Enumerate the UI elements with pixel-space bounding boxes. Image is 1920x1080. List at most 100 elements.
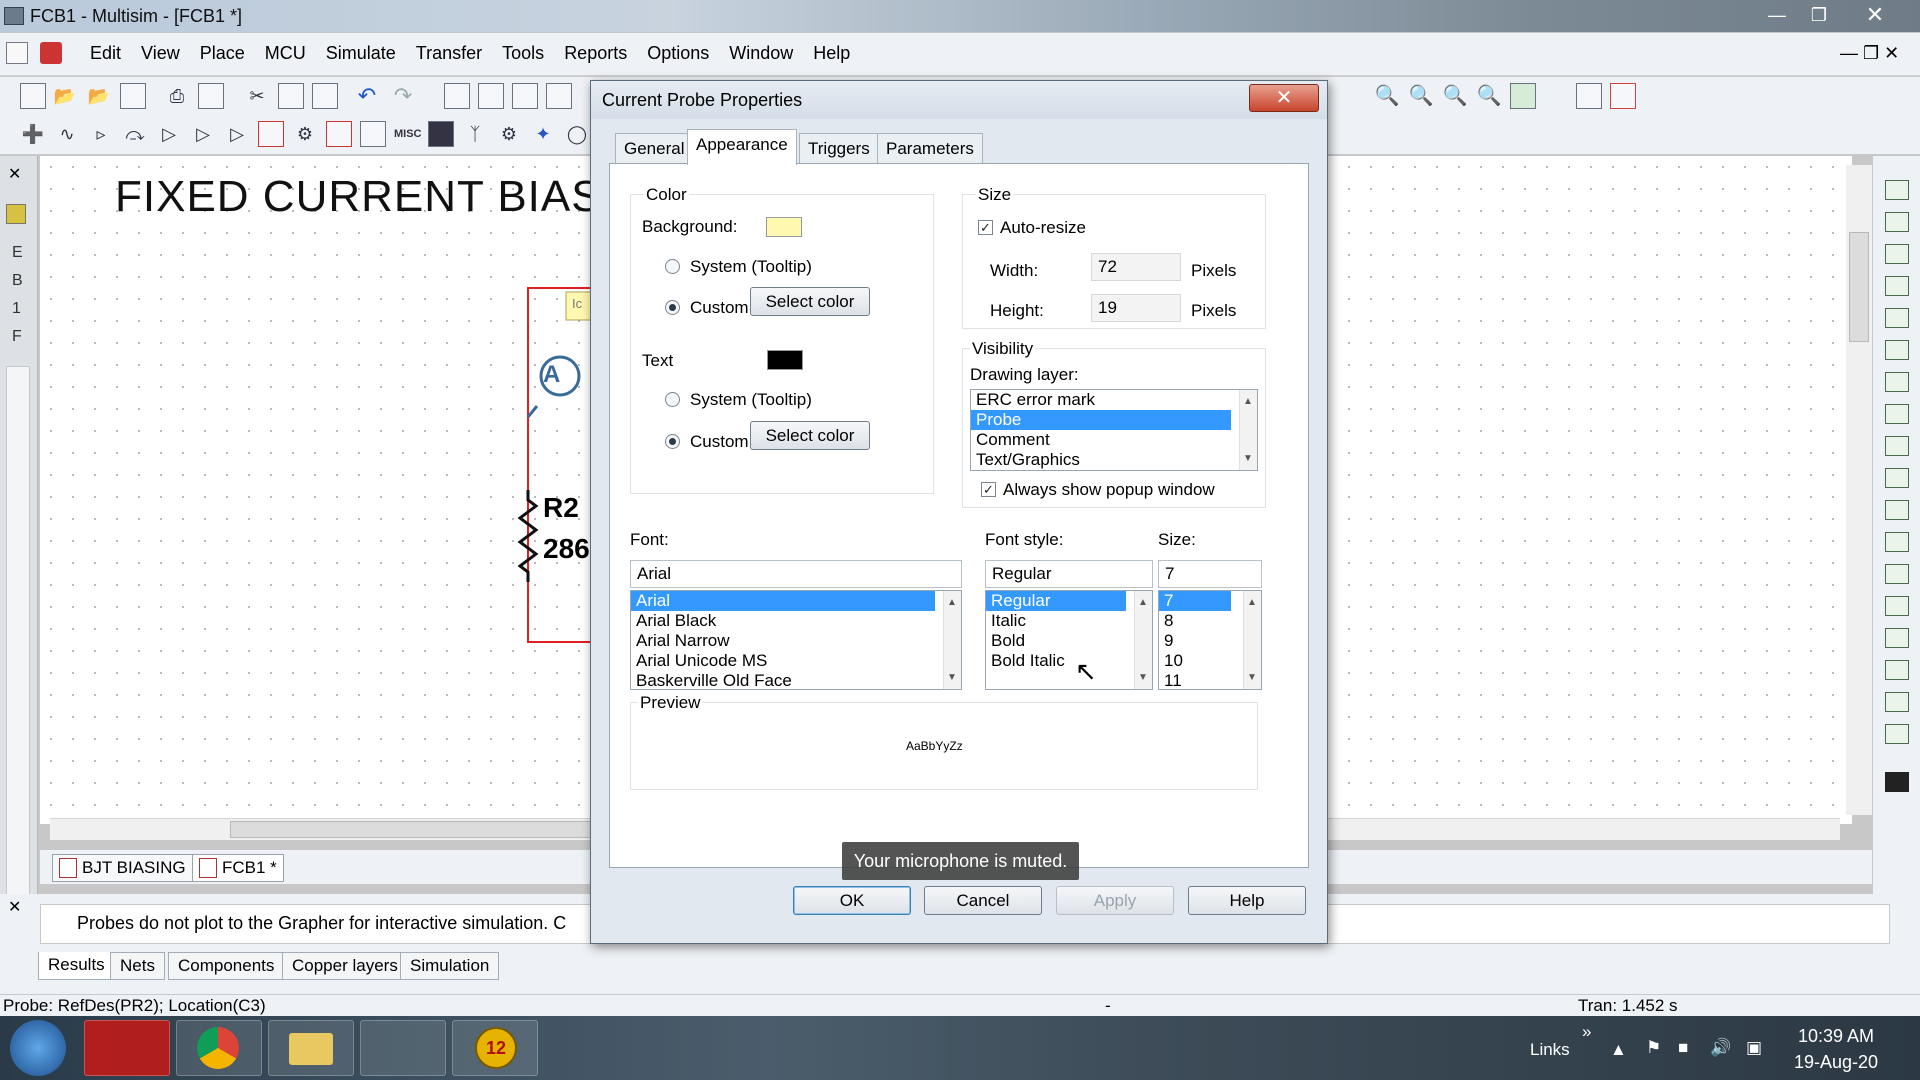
- place-advanced-peripherals-icon[interactable]: [428, 121, 454, 147]
- new-file-icon[interactable]: [20, 83, 46, 109]
- database-manager-icon[interactable]: [512, 83, 538, 109]
- print-preview-icon[interactable]: [198, 83, 224, 109]
- menu-help[interactable]: Help: [803, 43, 860, 64]
- iv-analyzer-icon[interactable]: [1885, 500, 1909, 520]
- place-rf-icon[interactable]: ᛉ: [462, 121, 488, 147]
- scroll-up-icon[interactable]: ▲: [1138, 597, 1148, 608]
- place-indicator-icon[interactable]: [326, 121, 352, 147]
- menu-tools[interactable]: Tools: [492, 43, 554, 64]
- logic-converter-icon[interactable]: [1885, 436, 1909, 456]
- open-samples-icon[interactable]: 📂: [86, 83, 112, 109]
- font-list-scrollbar[interactable]: ▲ ▼: [943, 591, 961, 689]
- font-style-item[interactable]: Bold Italic: [986, 651, 1152, 671]
- zoom-in-icon[interactable]: 🔍: [1374, 83, 1400, 109]
- ok-button[interactable]: OK: [793, 886, 911, 915]
- grapher-icon[interactable]: [1576, 83, 1602, 109]
- network-analyzer-icon[interactable]: [1885, 596, 1909, 616]
- toggle-design-toolbox-icon[interactable]: [444, 83, 470, 109]
- tab-results[interactable]: Results: [38, 952, 115, 980]
- font-item[interactable]: Baskerville Old Face: [631, 671, 961, 689]
- vertical-scroll-thumb[interactable]: [1849, 232, 1869, 342]
- font-style-item[interactable]: Italic: [986, 611, 1152, 631]
- font-size-list[interactable]: 7 8 9 10 11 ▲ ▼: [1158, 590, 1262, 690]
- frequency-counter-icon[interactable]: [1885, 372, 1909, 392]
- bg-select-color-button[interactable]: Select color: [750, 287, 870, 316]
- zoom-fit-icon[interactable]: 🔍: [1476, 83, 1502, 109]
- menu-transfer[interactable]: Transfer: [406, 43, 492, 64]
- undo-icon[interactable]: ↶: [354, 83, 380, 109]
- font-item[interactable]: Arial Unicode MS: [631, 651, 961, 671]
- action-center-flag-icon[interactable]: ⚑: [1646, 1038, 1661, 1058]
- copy-icon[interactable]: [278, 83, 304, 109]
- always-show-popup-checkbox[interactable]: ✓: [981, 482, 996, 497]
- font-style-item[interactable]: Bold: [986, 631, 1152, 651]
- multisim-taskbar-icon[interactable]: 12: [452, 1020, 538, 1076]
- links-toolbar[interactable]: Links: [1530, 1040, 1570, 1060]
- menu-edit[interactable]: Edit: [80, 43, 131, 64]
- spectrum-analyzer-icon[interactable]: [1885, 564, 1909, 584]
- explorer-taskbar-icon[interactable]: [268, 1020, 354, 1076]
- menu-view[interactable]: View: [131, 43, 190, 64]
- place-ttl-icon[interactable]: ▷: [190, 121, 216, 147]
- menu-options[interactable]: Options: [637, 43, 719, 64]
- font-style-list[interactable]: Regular Italic Bold Bold Italic ▲ ▼: [985, 590, 1153, 690]
- place-connector-icon[interactable]: ◯: [564, 121, 590, 147]
- menu-place[interactable]: Place: [190, 43, 255, 64]
- tab-parameters[interactable]: Parameters: [877, 133, 983, 165]
- cancel-button[interactable]: Cancel: [924, 886, 1042, 915]
- agilent-generator-icon[interactable]: [1885, 628, 1909, 648]
- width-field[interactable]: 72: [1091, 253, 1181, 281]
- font-item-selected[interactable]: Arial: [631, 591, 935, 611]
- function-generator-icon[interactable]: [1885, 212, 1909, 232]
- place-mcu-icon[interactable]: ✦: [530, 121, 556, 147]
- place-basic-icon[interactable]: ∿: [54, 121, 80, 147]
- font-size-item-selected[interactable]: 7: [1159, 591, 1231, 611]
- distortion-analyzer-icon[interactable]: [1885, 532, 1909, 552]
- chrome-taskbar-icon[interactable]: [176, 1020, 262, 1076]
- acrobat-taskbar-icon[interactable]: [84, 1020, 170, 1076]
- logic-analyzer-icon[interactable]: [1885, 468, 1909, 488]
- tab-copper-layers[interactable]: Copper layers: [282, 952, 408, 980]
- clock-date[interactable]: 19-Aug-20: [1794, 1052, 1878, 1073]
- agilent-oscilloscope-icon[interactable]: [1885, 692, 1909, 712]
- show-hidden-icons[interactable]: ▲: [1610, 1040, 1627, 1060]
- clock-time[interactable]: 10:39 AM: [1798, 1026, 1874, 1047]
- doc-tab-bjt-biasing[interactable]: BJT BIASING: [52, 854, 193, 882]
- font-style-list-scrollbar[interactable]: ▲ ▼: [1134, 591, 1152, 689]
- close-window-button[interactable]: ✕: [1856, 3, 1894, 27]
- resistor-value[interactable]: 286: [543, 533, 590, 565]
- place-misc-icon[interactable]: MISC: [394, 121, 422, 147]
- doc-tab-fcb1[interactable]: FCB1 *: [192, 854, 284, 882]
- full-screen-icon[interactable]: [1510, 83, 1536, 109]
- minimize-button[interactable]: —: [1758, 3, 1796, 27]
- layer-list-scrollbar[interactable]: ▲ ▼: [1239, 390, 1257, 470]
- font-item[interactable]: Arial Black: [631, 611, 961, 631]
- scroll-down-icon[interactable]: ▼: [1247, 672, 1257, 683]
- tab-nets[interactable]: Nets: [110, 952, 165, 980]
- scroll-down-icon[interactable]: ▼: [1243, 453, 1253, 464]
- bode-plotter-icon[interactable]: [1885, 340, 1909, 360]
- help-button[interactable]: Help: [1188, 886, 1306, 915]
- probe-tag-text[interactable]: Ic: [572, 296, 582, 311]
- font-style-item-selected[interactable]: Regular: [986, 591, 1126, 611]
- component-icon[interactable]: [40, 42, 62, 64]
- height-field[interactable]: 19: [1091, 294, 1181, 322]
- save-icon[interactable]: [120, 83, 146, 109]
- drawing-layer-list[interactable]: ERC error mark Probe Comment Text/Graphi…: [970, 389, 1258, 471]
- place-misc-digital-icon[interactable]: [258, 121, 284, 147]
- scroll-down-icon[interactable]: ▼: [947, 672, 957, 683]
- place-mixed-icon[interactable]: ⚙: [292, 121, 318, 147]
- power-icon[interactable]: ■: [1678, 1038, 1688, 1058]
- paste-icon[interactable]: [312, 83, 338, 109]
- layer-item[interactable]: Text/Graphics: [971, 450, 1257, 470]
- current-probe-icon[interactable]: [1885, 772, 1909, 792]
- scroll-up-icon[interactable]: ▲: [1243, 396, 1253, 407]
- word-generator-icon[interactable]: [1885, 404, 1909, 424]
- dialog-title-bar[interactable]: Current Probe Properties: [591, 81, 1327, 119]
- menu-window[interactable]: Window: [719, 43, 803, 64]
- project-icon[interactable]: [6, 204, 26, 224]
- font-list[interactable]: Arial Arial Black Arial Narrow Arial Uni…: [630, 590, 962, 690]
- place-diode-icon[interactable]: ▹: [88, 121, 114, 147]
- spreadsheet-view-icon[interactable]: [478, 83, 504, 109]
- place-power-icon[interactable]: [360, 121, 386, 147]
